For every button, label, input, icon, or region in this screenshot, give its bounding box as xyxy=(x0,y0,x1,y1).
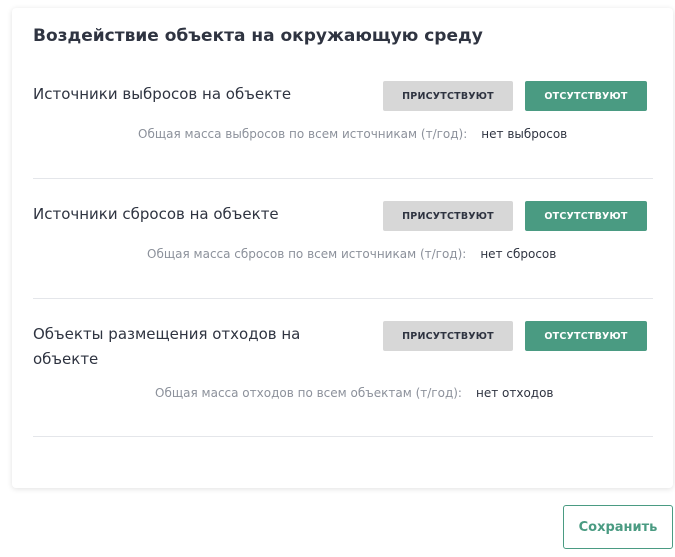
discharges-absent-button[interactable]: отсутствуют xyxy=(525,201,647,231)
card-title: Воздействие объекта на окружающую среду xyxy=(33,26,483,46)
divider-2 xyxy=(33,298,653,299)
divider-1 xyxy=(33,178,653,179)
environment-impact-card: Воздействие объекта на окружающую среду … xyxy=(12,8,673,488)
discharges-summary: Общая масса сбросов по всем источникам (… xyxy=(147,247,556,261)
waste-label-line1: Объекты размещения отходов на xyxy=(33,325,301,343)
discharges-present-button[interactable]: присутствуют xyxy=(383,201,513,231)
save-button[interactable]: Сохранить xyxy=(563,505,673,549)
emissions-summary: Общая масса выбросов по всем источникам … xyxy=(138,127,567,141)
discharges-summary-value: нет сбросов xyxy=(480,247,557,261)
waste-label-line2: объекте xyxy=(33,350,99,368)
emissions-label: Источники выбросов на объекте xyxy=(33,85,292,103)
discharges-label: Источники сбросов на объекте xyxy=(33,205,279,223)
waste-summary-key: Общая масса отходов по всем объектам (т/… xyxy=(155,386,462,400)
waste-present-button[interactable]: присутствуют xyxy=(383,321,513,351)
section-discharges: Источники сбросов на объекте присутствую… xyxy=(33,200,653,270)
emissions-present-button[interactable]: присутствуют xyxy=(383,81,513,111)
discharges-summary-key: Общая масса сбросов по всем источникам (… xyxy=(147,247,467,261)
waste-label: Объекты размещения отходов на объекте xyxy=(33,322,300,372)
emissions-absent-button[interactable]: отсутствуют xyxy=(525,81,647,111)
section-waste: Объекты размещения отходов на объекте пр… xyxy=(33,320,653,410)
section-emissions: Источники выбросов на объекте присутству… xyxy=(33,80,653,150)
waste-absent-button[interactable]: отсутствуют xyxy=(525,321,647,351)
emissions-summary-key: Общая масса выбросов по всем источникам … xyxy=(138,127,468,141)
waste-summary: Общая масса отходов по всем объектам (т/… xyxy=(155,386,554,400)
waste-summary-value: нет отходов xyxy=(475,386,554,400)
divider-3 xyxy=(33,436,653,437)
emissions-summary-value: нет выбросов xyxy=(481,127,568,141)
